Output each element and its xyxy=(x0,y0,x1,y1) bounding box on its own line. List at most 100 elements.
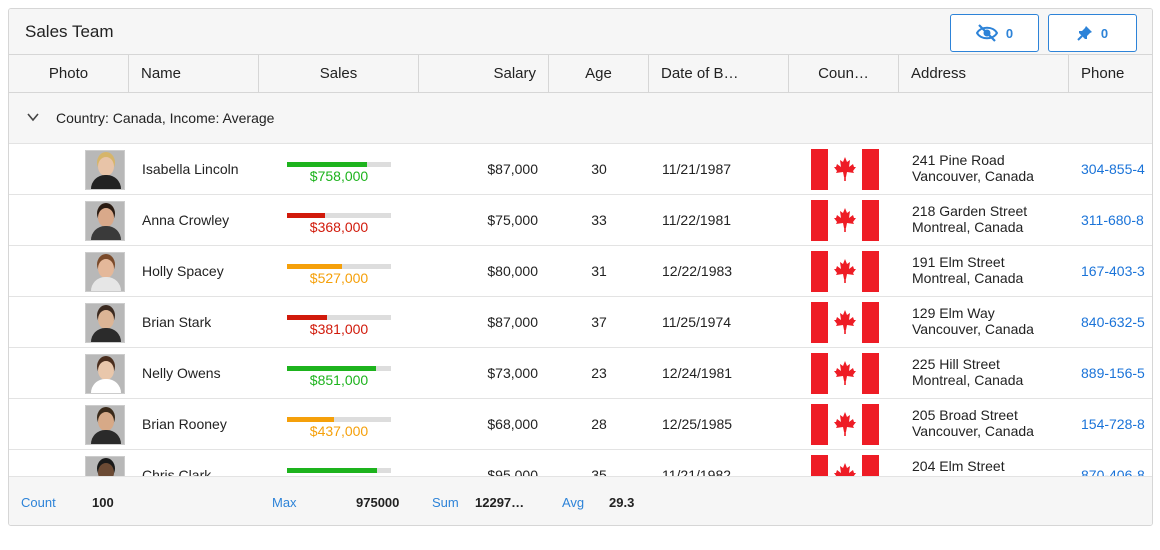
address-cell: 225 Hill Street Montreal, Canada xyxy=(912,356,1023,388)
count-label: Count xyxy=(21,495,56,510)
table-row[interactable]: Holly Spacey $527,000 $80,000 31 12/22/1… xyxy=(9,246,1152,297)
sales-value: $381,000 xyxy=(309,321,369,337)
canada-flag-icon xyxy=(811,353,879,394)
date-of-birth-cell: 11/21/1987 xyxy=(662,161,732,177)
sales-bar xyxy=(287,162,391,167)
address-line1: 218 Garden Street xyxy=(912,203,1028,219)
table-row[interactable]: Anna Crowley $368,000 $75,000 33 11/22/1… xyxy=(9,195,1152,246)
avg-label: Avg xyxy=(562,495,585,510)
hiding-button[interactable]: 0 xyxy=(950,14,1039,52)
column-header-salary[interactable]: Salary xyxy=(419,55,549,93)
avatar xyxy=(85,456,125,476)
phone-link[interactable]: 311-680-8 xyxy=(1081,195,1144,245)
name-cell: Brian Rooney xyxy=(142,416,227,432)
column-header-sales[interactable]: Sales xyxy=(259,55,419,93)
sales-bar xyxy=(287,468,391,473)
avatar xyxy=(85,303,125,343)
phone-link[interactable]: 154-728-8 xyxy=(1081,399,1145,449)
date-of-birth-cell: 12/24/1981 xyxy=(662,365,733,381)
canada-flag-icon xyxy=(811,149,879,190)
column-header-address[interactable]: Address xyxy=(899,55,1069,93)
table-row[interactable]: Chris Clark $95,000 35 11/21/1982 204 El… xyxy=(9,450,1152,476)
name-cell: Chris Clark xyxy=(142,467,212,476)
canada-flag-icon xyxy=(811,404,879,445)
salary-cell: $75,000 xyxy=(487,212,538,228)
sales-bar-fill xyxy=(287,417,334,422)
table-row[interactable]: Nelly Owens $851,000 $73,000 23 12/24/19… xyxy=(9,348,1152,399)
phone-link[interactable]: 167-403-3 xyxy=(1081,246,1145,296)
phone-link[interactable]: 889-156-5 xyxy=(1081,348,1145,398)
age-cell: 37 xyxy=(591,314,607,330)
address-line2: Montreal, Canada xyxy=(912,270,1024,286)
address-line1: 129 Elm Way xyxy=(912,305,995,321)
sum-label: Sum xyxy=(432,495,459,510)
sales-bar-fill xyxy=(287,468,378,473)
sales-value: $758,000 xyxy=(309,168,369,184)
age-cell: 30 xyxy=(591,161,607,177)
age-cell: 33 xyxy=(591,212,607,228)
column-header-date-of-birth[interactable]: Date of B… xyxy=(649,55,789,93)
phone-link[interactable]: 840-632-5 xyxy=(1081,297,1145,347)
data-grid: Sales Team 0 0 Photo Name Sales Salary A… xyxy=(8,8,1153,526)
avatar xyxy=(85,150,125,190)
sum-value: 12297… xyxy=(475,495,525,510)
sales-bar xyxy=(287,315,391,320)
column-header-phone[interactable]: Phone xyxy=(1069,55,1152,93)
sales-bar-fill xyxy=(287,162,368,167)
date-of-birth-cell: 11/25/1974 xyxy=(662,314,732,330)
address-line2: Vancouver, Canada xyxy=(912,321,1034,337)
name-cell: Brian Stark xyxy=(142,314,212,330)
canada-flag-icon xyxy=(811,302,879,343)
sales-bar xyxy=(287,264,391,269)
avatar xyxy=(85,405,125,445)
address-cell: 191 Elm Street Montreal, Canada xyxy=(912,254,1023,286)
salary-cell: $68,000 xyxy=(487,416,538,432)
address-line1: 225 Hill Street xyxy=(912,356,1000,372)
name-cell: Anna Crowley xyxy=(142,212,230,228)
sales-bar-fill xyxy=(287,264,343,269)
age-cell: 28 xyxy=(591,416,607,432)
column-header-country[interactable]: Coun… xyxy=(789,55,899,93)
sales-bar-fill xyxy=(287,366,377,371)
salary-cell: $87,000 xyxy=(487,314,538,330)
column-header-photo[interactable]: Photo xyxy=(9,55,129,93)
address-line2: Vancouver, Canada xyxy=(912,423,1034,439)
grid-body: Isabella Lincoln $758,000 $87,000 30 11/… xyxy=(9,144,1152,476)
address-line1: 205 Broad Street xyxy=(912,407,1018,423)
sales-value: $368,000 xyxy=(309,219,369,235)
group-label: Country: Canada, Income: Average xyxy=(56,110,275,126)
sales-bar xyxy=(287,213,391,218)
address-cell: 205 Broad Street Vancouver, Canada xyxy=(912,407,1034,439)
pinning-button[interactable]: 0 xyxy=(1048,14,1137,52)
address-line2: Montreal, Canada xyxy=(912,219,1024,235)
name-cell: Holly Spacey xyxy=(142,263,224,279)
date-of-birth-cell: 12/22/1983 xyxy=(662,263,733,279)
column-header-row: Photo Name Sales Salary Age Date of B… C… xyxy=(9,55,1152,93)
canada-flag-icon xyxy=(811,200,879,241)
table-row[interactable]: Isabella Lincoln $758,000 $87,000 30 11/… xyxy=(9,144,1152,195)
table-row[interactable]: Brian Rooney $437,000 $68,000 28 12/25/1… xyxy=(9,399,1152,450)
pinned-count: 0 xyxy=(1100,25,1109,41)
sales-value: $851,000 xyxy=(309,372,369,388)
canada-flag-icon xyxy=(811,251,879,292)
address-cell: 218 Garden Street Montreal, Canada xyxy=(912,203,1027,235)
sales-value: $527,000 xyxy=(309,270,369,286)
avatar xyxy=(85,252,125,292)
phone-link[interactable]: 304-855-4 xyxy=(1081,144,1145,194)
chevron-down-icon[interactable] xyxy=(9,110,56,127)
sales-value: $437,000 xyxy=(309,423,369,439)
date-of-birth-cell: 11/21/1982 xyxy=(662,467,732,476)
eye-slash-icon xyxy=(975,24,998,42)
address-line1: 191 Elm Street xyxy=(912,254,1005,270)
date-of-birth-cell: 11/22/1981 xyxy=(662,212,732,228)
age-cell: 31 xyxy=(591,263,607,279)
column-header-age[interactable]: Age xyxy=(549,55,649,93)
group-row[interactable]: Country: Canada, Income: Average xyxy=(9,93,1152,144)
salary-cell: $87,000 xyxy=(487,161,538,177)
table-row[interactable]: Brian Stark $381,000 $87,000 37 11/25/19… xyxy=(9,297,1152,348)
phone-link[interactable]: 870-406-8 xyxy=(1081,450,1145,476)
pin-icon xyxy=(1077,25,1093,41)
column-header-name[interactable]: Name xyxy=(129,55,259,93)
sales-bar-fill xyxy=(287,315,327,320)
address-line2: Vancouver, Canada xyxy=(912,168,1034,184)
